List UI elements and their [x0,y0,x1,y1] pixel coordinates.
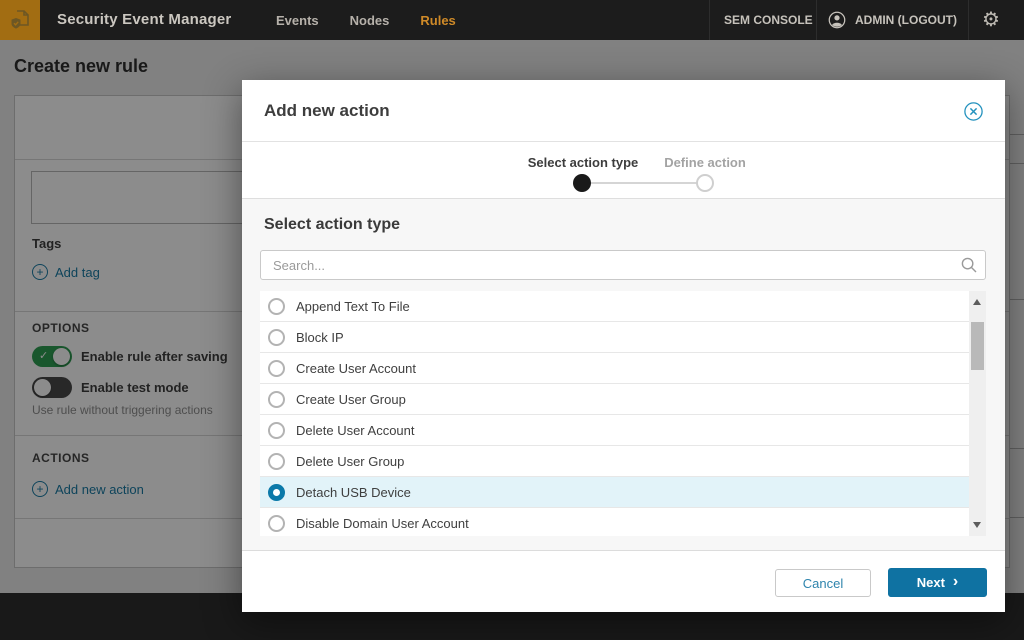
search-field-wrap [260,250,986,280]
modal-body: Select action type Append Text To File B… [242,199,1005,550]
step-define-action: Define action [664,155,746,170]
cancel-button[interactable]: Cancel [775,569,871,597]
radio-icon[interactable] [268,390,285,408]
radio-icon[interactable] [268,514,285,532]
nav-item-nodes[interactable]: Nodes [350,13,390,28]
radio-icon[interactable] [268,328,285,346]
app-title: Security Event Manager [57,11,232,28]
action-type-option[interactable]: Detach USB Device [260,477,986,508]
list-scrollbar[interactable] [969,291,986,536]
nav-divider [968,0,969,40]
chevron-right-icon: › [952,573,959,590]
next-button-label: Next [916,575,945,590]
step-dot-inactive [696,174,714,192]
modal-header: Add new action [242,80,1005,142]
radio-icon[interactable] [268,452,285,470]
search-input[interactable] [260,250,986,280]
step-dot-active [573,174,591,192]
nav-divider [709,0,710,40]
main-nav: Events Nodes Rules [276,0,456,40]
option-label: Detach USB Device [296,484,411,500]
option-label: Delete User Group [296,453,405,469]
action-type-option[interactable]: Create User Account [260,353,986,384]
wizard-stepper: Select action type Define action [242,142,1005,199]
nav-divider [816,0,817,40]
action-type-option[interactable]: Create User Group [260,384,986,415]
next-button[interactable]: Next › [888,568,987,597]
scroll-down-icon[interactable] [973,522,981,528]
modal-footer: Cancel Next › [242,550,1005,612]
search-icon [961,257,977,273]
radio-icon[interactable] [268,483,285,501]
option-label: Create User Account [296,360,416,376]
admin-logout-link[interactable]: ADMIN (LOGOUT) [855,0,957,40]
top-navbar: Security Event Manager Events Nodes Rule… [0,0,1024,40]
select-action-type-heading: Select action type [264,216,401,233]
option-label: Create User Group [296,391,406,407]
nav-item-rules[interactable]: Rules [420,13,455,28]
action-type-option[interactable]: Delete User Account [260,415,986,446]
user-avatar-icon [828,11,846,29]
action-type-option[interactable]: Disable Domain User Account [260,508,986,536]
option-label: Append Text To File [296,298,410,314]
nav-item-events[interactable]: Events [276,13,319,28]
radio-icon[interactable] [268,421,285,439]
radio-icon[interactable] [268,297,285,315]
settings-gear-icon[interactable]: ⚙ [982,0,1000,40]
shield-document-icon [11,10,29,29]
option-label: Disable Domain User Account [296,515,469,531]
add-action-modal: Add new action Select action type Define… [242,80,1005,612]
scroll-up-icon[interactable] [973,299,981,305]
scrollbar-thumb[interactable] [971,322,984,370]
action-type-option[interactable]: Append Text To File [260,291,986,322]
action-type-option[interactable]: Block IP [260,322,986,353]
close-icon[interactable] [964,102,983,121]
option-label: Delete User Account [296,422,415,438]
radio-icon[interactable] [268,359,285,377]
step-connector-line [582,182,705,184]
modal-title: Add new action [264,101,390,120]
step-select-action-type: Select action type [527,155,639,170]
app-logo[interactable] [0,0,40,40]
action-type-option[interactable]: Delete User Group [260,446,986,477]
sem-console-link[interactable]: SEM CONSOLE [724,0,813,40]
action-type-list: Append Text To File Block IP Create User… [260,291,986,536]
option-label: Block IP [296,329,344,345]
